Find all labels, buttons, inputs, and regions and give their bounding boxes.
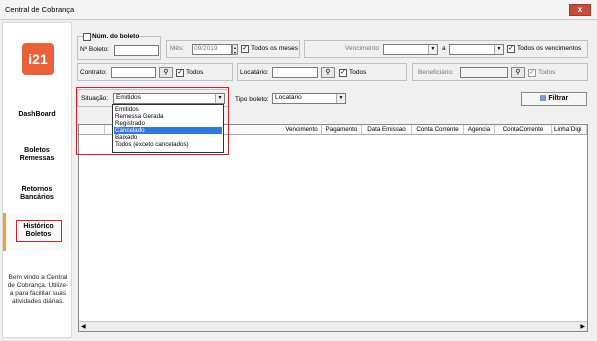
highlight-box [16, 220, 62, 242]
filter-icon: ▤ [539, 95, 547, 102]
mes-input[interactable]: 09/2019 [192, 44, 232, 55]
search-icon[interactable]: ⚲ [511, 67, 525, 78]
locatario-input[interactable] [272, 67, 318, 78]
vencimento-from-select[interactable]: ▼ [383, 44, 438, 55]
vencimento-label: Vencimento [345, 45, 379, 52]
vencimento-to-select[interactable]: ▼ [449, 44, 504, 55]
locatario-label: Locatário: [240, 69, 269, 76]
mes-value: 09/2019 [194, 45, 218, 52]
locatario-todos-label: Todos [349, 69, 367, 76]
mes-spinner[interactable]: ▴ ▾ [232, 44, 238, 55]
column-header-contacorrente[interactable]: ContaCorrente [495, 125, 552, 135]
chevron-down-icon: ▼ [494, 45, 503, 54]
filtrar-button[interactable]: ▤ Filtrar [521, 92, 587, 106]
nboleto-label: Nº Boleto: [80, 46, 110, 53]
window-title-bar: Central de Cobrança [0, 0, 597, 20]
column-header-data-emissao[interactable]: Data Emissao [362, 125, 412, 135]
locatario-todos-checkbox[interactable]: ✓ [339, 69, 347, 77]
mes-label: Mês: [170, 45, 185, 52]
contrato-input[interactable] [111, 67, 156, 78]
sidebar-item-boletos-remessas[interactable]: Boletos Remessas [3, 147, 71, 163]
window-title: Central de Cobrança [5, 5, 75, 14]
highlight-box [76, 87, 229, 155]
todos-meses-checkbox[interactable]: ✓ [241, 45, 249, 53]
sidebar-item-retornos-bancarios[interactable]: Retornos Bancários [3, 186, 71, 202]
column-header-agencia[interactable]: Agencia [464, 125, 495, 135]
horizontal-scrollbar[interactable]: ◀ ▶ [79, 321, 587, 331]
column-header-linha-digitavel[interactable]: Linha Digi [552, 125, 587, 135]
tipo-boleto-value: Locatário [275, 94, 302, 101]
vencimento-group: Vencimento ▼ a ▼ ✓ Todos os vencimentos [304, 40, 588, 58]
boletos-grid[interactable]: Vencimento Pagamento Data Emissao Conta … [78, 124, 588, 332]
a-label: a [442, 45, 446, 52]
filtrar-label: Filtrar [548, 95, 569, 102]
beneficiario-label: Beneficiário: [418, 69, 454, 76]
app-logo: i21 [22, 43, 54, 75]
welcome-text: Bem vindo a Central de Cobrança. Utilize… [7, 274, 69, 305]
nboleto-input[interactable] [114, 45, 159, 56]
beneficiario-group: Beneficiário: ⚲ ✓ Todos [412, 63, 588, 81]
todos-meses-label: Todos os meses [251, 45, 298, 52]
contrato-group: Contrato: ⚲ ✓ Todos [77, 63, 233, 81]
chevron-down-icon: ▼ [428, 45, 437, 54]
column-header-vencimento[interactable]: Vencimento [282, 125, 322, 135]
tipo-boleto-label: Tipo boleto: [235, 96, 269, 103]
scroll-left-icon[interactable]: ◀ [81, 323, 86, 330]
sidebar-item-label: Retornos Bancários [20, 186, 54, 201]
search-icon[interactable]: ⚲ [321, 67, 335, 78]
scroll-right-icon[interactable]: ▶ [580, 323, 585, 330]
sidebar-item-dashboard[interactable]: DashBoard [3, 111, 71, 119]
column-header-conta-corrente[interactable]: Conta Corrente [412, 125, 464, 135]
close-button[interactable]: x [569, 4, 591, 16]
sidebar-item-label: DashBoard [18, 111, 56, 118]
search-icon[interactable]: ⚲ [159, 67, 173, 78]
contrato-todos-label: Todos [186, 69, 204, 76]
num-boleto-checkbox[interactable] [83, 33, 91, 41]
beneficiario-input[interactable] [460, 67, 508, 78]
tipo-boleto-select[interactable]: Locatário ▼ [272, 93, 346, 104]
beneficiario-todos-label: Todos [538, 69, 556, 76]
todos-vencimentos-checkbox[interactable]: ✓ [507, 45, 515, 53]
sidebar: i21 DashBoard Boletos Remessas Retornos … [2, 22, 72, 338]
chevron-down-icon: ▼ [336, 94, 345, 103]
column-header-pagamento[interactable]: Pagamento [322, 125, 362, 135]
sidebar-item-historico-boletos[interactable]: Histórico Boletos [3, 213, 71, 251]
mes-group: Mês: 09/2019 ▴ ▾ ✓ Todos os meses [166, 40, 300, 58]
num-boleto-label: Núm. do boleto [92, 33, 140, 40]
num-boleto-group: Núm. do boleto Nº Boleto: [77, 33, 161, 60]
locatario-group: Locatário: ⚲ ✓ Todos [237, 63, 407, 81]
contrato-todos-checkbox[interactable]: ✓ [176, 69, 184, 77]
todos-vencimentos-label: Todos os vencimentos [517, 45, 582, 52]
beneficiario-todos-checkbox[interactable]: ✓ [528, 69, 536, 77]
sidebar-item-label: Boletos Remessas [19, 147, 55, 162]
contrato-label: Contrato: [80, 69, 107, 76]
